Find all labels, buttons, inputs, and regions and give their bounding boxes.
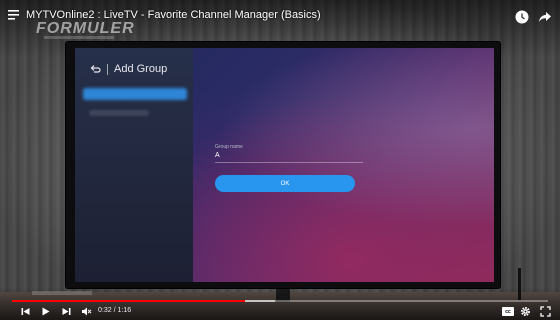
side-item-active[interactable] [83,88,187,100]
side-panel: Add Group [75,48,193,282]
group-name-label: Group name [215,144,243,150]
group-name-input[interactable]: A [215,152,220,159]
ok-button[interactable]: OK [215,175,355,192]
header-divider [107,63,108,75]
side-item[interactable] [89,110,149,116]
duration: 1:16 [117,307,132,314]
gear-icon[interactable] [520,306,531,317]
tv-screen: Add Group Group name A OK [75,48,494,282]
cc-icon[interactable]: cc [502,307,514,316]
video-title[interactable]: MYTVOnline2 : LiveTV - Favorite Channel … [26,9,321,21]
play-icon[interactable] [40,306,51,317]
skip-previous-icon[interactable] [20,306,31,317]
skip-next-icon[interactable] [61,306,72,317]
group-name-underline [215,162,363,163]
current-time: 0:32 [98,307,112,314]
volume-muted-icon[interactable] [81,306,92,317]
clock-icon[interactable] [515,10,529,24]
time-separator: / [113,307,116,314]
menu-icon[interactable] [8,10,19,20]
fullscreen-icon[interactable] [540,306,551,317]
caption-ghost [32,291,92,295]
share-icon[interactable] [538,10,552,24]
video-top-bar: MYTVOnline2 : LiveTV - Favorite Channel … [0,0,560,30]
time-display: 0:32 / 1:16 [98,307,131,314]
brand-tagline-watermark [44,36,114,39]
progress-played [12,300,246,302]
side-header: Add Group [89,60,167,78]
tv-frame: Add Group Group name A OK [66,42,500,288]
back-arrow-icon[interactable] [89,63,101,75]
progress-bar[interactable] [12,300,548,302]
header-title: Add Group [114,63,168,75]
